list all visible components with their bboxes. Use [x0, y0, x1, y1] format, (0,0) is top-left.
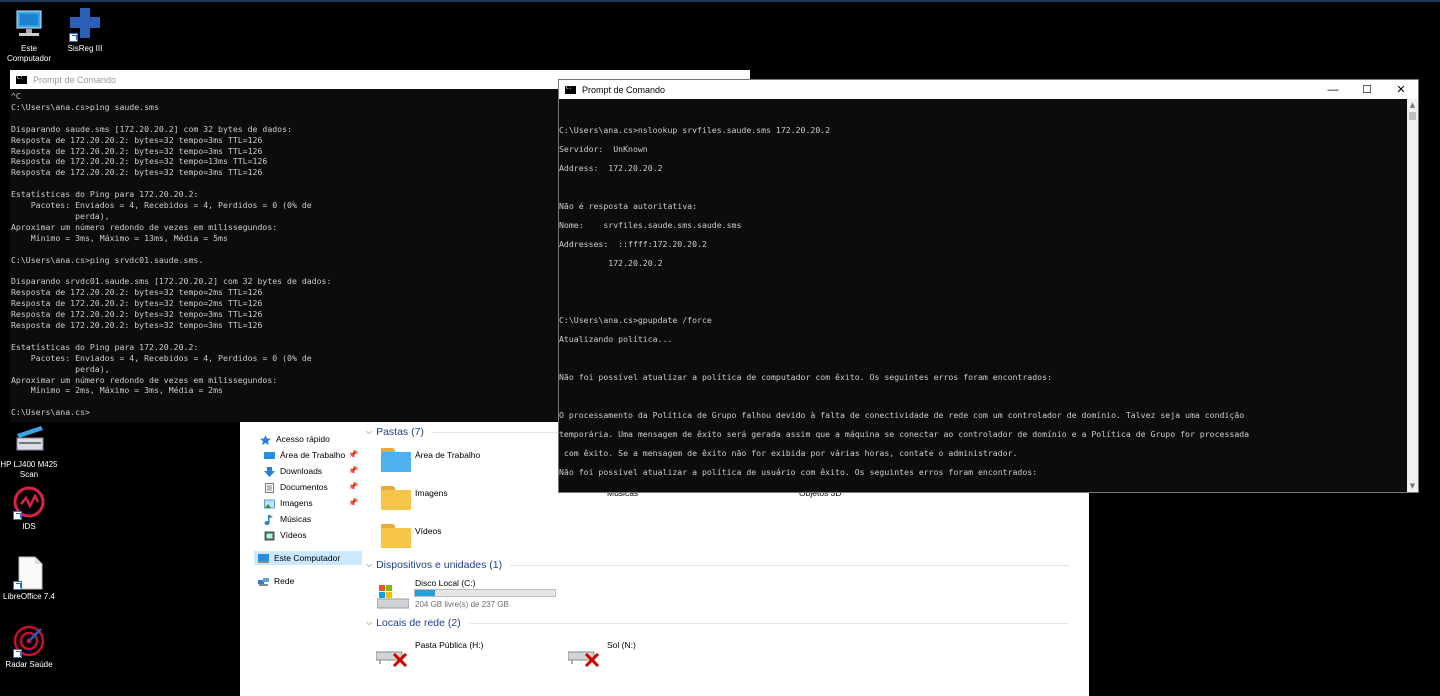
nav-item-music[interactable]: Músicas: [264, 512, 311, 526]
chevron-down-icon: ⌵: [366, 618, 373, 627]
section-devices[interactable]: ⌵ Dispositivos e unidades (1): [366, 559, 1086, 571]
ids-icon: [11, 486, 47, 520]
section-header: Dispositivos e unidades (1): [376, 559, 503, 571]
desktop-icon-label: Radar Saúde: [5, 660, 53, 669]
drive-free-space: 204 GB livre(s) de 237 GB: [415, 600, 509, 609]
disconnected-network-drive-icon: [375, 646, 410, 668]
desktop-icon-label: LibreOffice 7.4: [3, 592, 55, 601]
scanner-icon: [11, 424, 47, 458]
desktop-icon-label: IDS: [22, 522, 36, 531]
computer-icon: [11, 8, 47, 42]
shortcut-arrow-icon: [13, 581, 22, 590]
network-location-public[interactable]: Pasta Pública (H:): [415, 640, 484, 650]
cmd-app-icon: [565, 85, 576, 94]
nav-item-downloads[interactable]: Downloads: [264, 464, 322, 478]
desktop-icon-radar-saude[interactable]: Radar Saúde: [0, 624, 58, 670]
nav-label: Área de Trabalho: [280, 450, 346, 460]
nav-label: Este Computador: [274, 553, 341, 563]
documents-icon: [264, 482, 275, 493]
download-arrow-icon: [264, 466, 275, 477]
pictures-folder-icon: [381, 486, 411, 510]
music-note-icon: [264, 514, 275, 525]
drive-usage-fill: [415, 590, 435, 596]
folder-pictures[interactable]: Imagens: [415, 488, 448, 498]
shortcut-arrow-icon: [13, 511, 22, 520]
videos-icon: [264, 531, 275, 540]
scroll-thumb[interactable]: [1409, 112, 1416, 120]
pin-icon: 📌: [348, 482, 358, 491]
pictures-icon: [264, 499, 275, 508]
desktop-icon-este-computador[interactable]: Este Computador: [0, 8, 58, 64]
nav-label: Downloads: [280, 466, 323, 476]
desktop-icon-sisreg[interactable]: SisReg III: [56, 8, 114, 54]
console-area[interactable]: C:\Users\ana.cs>nslookup srvfiles.saude.…: [559, 99, 1418, 492]
radar-icon: [11, 624, 47, 658]
chevron-down-icon: ⌵: [366, 560, 373, 569]
nav-this-pc[interactable]: Este Computador: [254, 551, 362, 565]
shortcut-arrow-icon: [13, 649, 22, 658]
desktop-icon-label: SisReg III: [67, 44, 103, 53]
console-output[interactable]: C:\Users\ana.cs>nslookup srvfiles.saude.…: [559, 104, 1249, 492]
minimize-button[interactable]: —: [1316, 84, 1350, 96]
folder-videos[interactable]: Vídeos: [415, 526, 441, 536]
scroll-up-arrow-icon[interactable]: ▲: [1407, 101, 1418, 109]
pin-icon: 📌: [348, 466, 358, 475]
nav-item-desktop[interactable]: Área de Trabalho: [264, 448, 345, 462]
desktop-icon-label: HP LJ400 M425 Scan: [0, 460, 58, 479]
desktop-icon-ids[interactable]: IDS: [0, 486, 58, 532]
videos-folder-icon: [381, 524, 411, 548]
maximize-button[interactable]: ☐: [1350, 83, 1384, 96]
nav-label: Documentos: [280, 482, 328, 492]
network-icon: [258, 577, 269, 586]
window-title: Prompt de Comando: [582, 84, 666, 95]
section-network-locations[interactable]: ⌵ Locais de rede (2): [366, 617, 1086, 629]
nav-quick-access[interactable]: Acesso rápido: [260, 432, 330, 446]
nav-item-pictures[interactable]: Imagens: [264, 496, 313, 510]
screen-top-edge: [0, 0, 1440, 2]
navigation-pane: Acesso rápido Área de Trabalho Downloads…: [240, 418, 364, 696]
desktop-folder-icon: [381, 448, 411, 472]
network-location-sol[interactable]: Sol (N:): [607, 640, 636, 650]
nav-label: Rede: [274, 576, 295, 586]
section-header: Pastas (7): [376, 426, 424, 438]
nav-item-documents[interactable]: Documentos: [264, 480, 328, 494]
pin-icon: 📌: [348, 450, 358, 459]
vertical-scrollbar[interactable]: ▲ ▼: [1407, 99, 1418, 492]
close-button[interactable]: ✕: [1384, 83, 1418, 96]
nav-label: Acesso rápido: [276, 434, 330, 444]
drive-c[interactable]: Disco Local (C:): [415, 578, 475, 588]
cmd-titlebar[interactable]: Prompt de Comando — ☐ ✕: [559, 80, 1418, 99]
pin-icon: 📌: [348, 498, 358, 507]
nav-label: Imagens: [280, 498, 313, 508]
health-cross-icon: [67, 8, 103, 42]
desktop-icon-libreoffice[interactable]: LibreOffice 7.4: [0, 556, 58, 602]
scroll-down-arrow-icon[interactable]: ▼: [1407, 482, 1418, 490]
shortcut-arrow-icon: [69, 33, 78, 42]
section-header: Locais de rede (2): [376, 617, 461, 629]
drive-icon: [376, 584, 410, 615]
nav-label: Músicas: [280, 514, 312, 524]
drive-usage-bar: [414, 589, 556, 597]
nav-label: Vídeos: [280, 530, 307, 540]
folder-desktop[interactable]: Área de Trabalho: [415, 450, 480, 460]
cmd-window-active: Prompt de Comando — ☐ ✕ C:\Users\ana.cs>…: [558, 79, 1419, 493]
desktop-icon-label: Este Computador: [6, 44, 52, 63]
computer-icon: [258, 553, 269, 563]
divider: [468, 622, 1069, 624]
document-icon: [11, 556, 47, 590]
nav-network[interactable]: Rede: [258, 574, 294, 588]
disconnected-network-drive-icon: [567, 646, 602, 668]
nav-item-videos[interactable]: Vídeos: [264, 528, 306, 542]
cmd-app-icon: [16, 75, 27, 84]
divider: [510, 564, 1071, 566]
desktop-icon-hp-scan[interactable]: HP LJ400 M425 Scan: [0, 424, 58, 480]
window-title: Prompt de Comando: [33, 74, 117, 85]
desktop-folder-icon: [264, 451, 275, 459]
chevron-down-icon: ⌵: [366, 427, 373, 436]
star-icon: [260, 434, 271, 445]
